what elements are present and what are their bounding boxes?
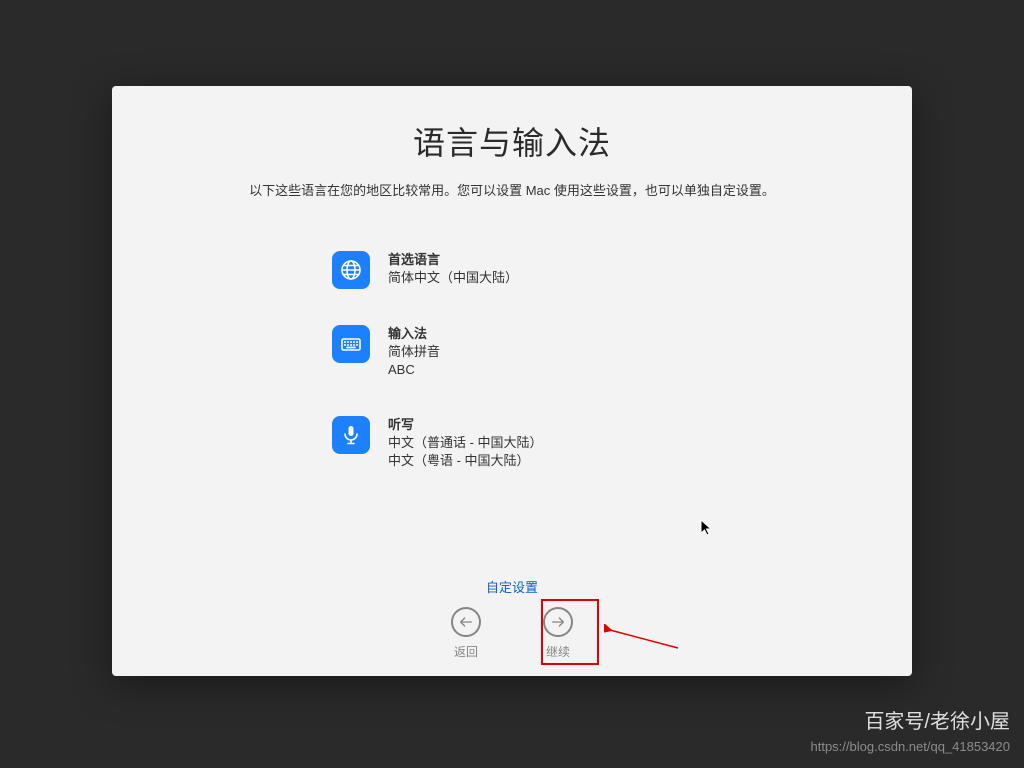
arrow-right-icon: [543, 607, 573, 637]
dictation-value-1: 中文（普通话 - 中国大陆）: [388, 434, 543, 452]
watermark-text: 百家号/老徐小屋: [864, 705, 1010, 734]
back-button[interactable]: 返回: [451, 607, 481, 660]
keyboard-icon: [332, 325, 370, 363]
continue-button[interactable]: 继续: [543, 607, 573, 660]
dictation-text: 听写 中文（普通话 - 中国大陆） 中文（粤语 - 中国大陆）: [388, 416, 543, 471]
dictation-section: 听写 中文（普通话 - 中国大陆） 中文（粤语 - 中国大陆）: [332, 416, 692, 471]
input-method-text: 输入法 简体拼音 ABC: [388, 325, 440, 380]
preferred-language-text: 首选语言 简体中文（中国大陆）: [388, 251, 518, 287]
preferred-language-section: 首选语言 简体中文（中国大陆）: [332, 251, 692, 289]
input-method-value-1: 简体拼音: [388, 343, 440, 361]
microphone-icon: [332, 416, 370, 454]
dictation-label: 听写: [388, 416, 543, 434]
page-title: 语言与输入法: [413, 118, 611, 164]
globe-icon: [332, 251, 370, 289]
customize-settings-link[interactable]: 自定设置: [486, 577, 538, 596]
page-subtitle: 以下这些语言在您的地区比较常用。您可以设置 Mac 使用这些设置，也可以单独自定…: [249, 180, 775, 199]
watermark-url: https://blog.csdn.net/qq_41853420: [811, 739, 1011, 754]
dictation-value-2: 中文（粤语 - 中国大陆）: [388, 452, 543, 470]
preferred-language-label: 首选语言: [388, 251, 518, 269]
preferred-language-value: 简体中文（中国大陆）: [388, 269, 518, 287]
nav-row: 返回 继续: [451, 607, 573, 660]
setup-panel: 语言与输入法 以下这些语言在您的地区比较常用。您可以设置 Mac 使用这些设置，…: [112, 86, 912, 676]
arrow-left-icon: [451, 607, 481, 637]
settings-list: 首选语言 简体中文（中国大陆）: [332, 251, 692, 506]
input-method-section: 输入法 简体拼音 ABC: [332, 325, 692, 380]
continue-label: 继续: [546, 643, 570, 660]
input-method-label: 输入法: [388, 325, 440, 343]
back-label: 返回: [454, 643, 478, 660]
input-method-value-2: ABC: [388, 361, 440, 379]
